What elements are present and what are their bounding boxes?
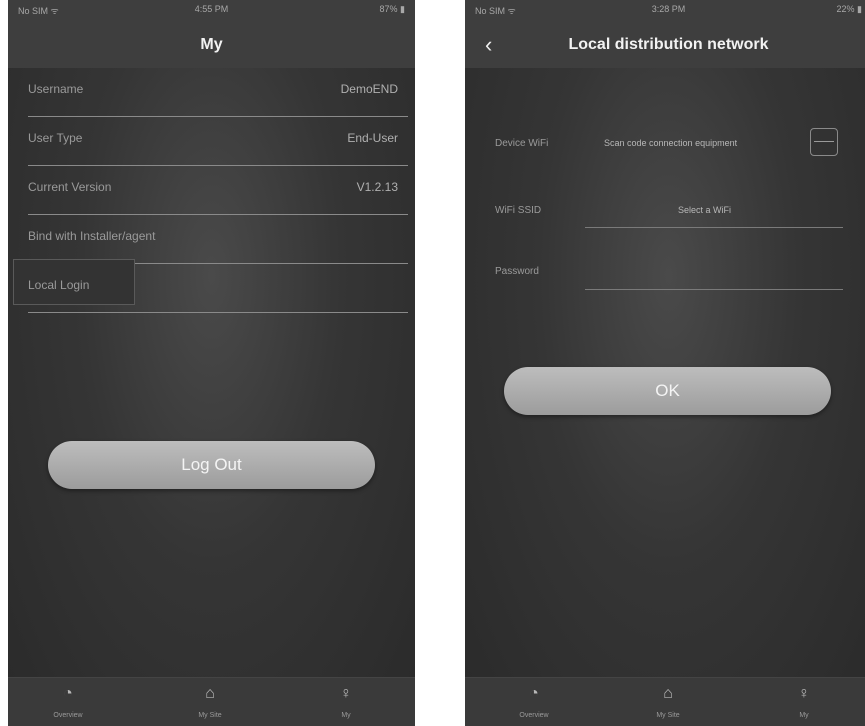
- my-screen: No SIM ᯤ 4:55 PM 87% ▮ My Username DemoE…: [8, 0, 415, 726]
- tab-overview[interactable]: ◔ Overview: [28, 684, 108, 719]
- page-title: My: [200, 36, 223, 53]
- tab-overview-label: Overview: [519, 712, 549, 719]
- status-bar: No SIM ᯤ 4:55 PM 87% ▮: [8, 4, 415, 20]
- bind-installer-row[interactable]: Bind with Installer/agent: [28, 215, 408, 264]
- user-type-label: User Type: [28, 131, 83, 145]
- overview-icon: ◔: [529, 685, 539, 702]
- tab-my[interactable]: ♀ My: [306, 684, 386, 719]
- user-icon: ♀: [798, 685, 810, 702]
- battery-text: 22% ▮: [836, 4, 862, 14]
- nav-bar: No SIM ᯤ 4:55 PM 87% ▮ My: [8, 0, 415, 68]
- current-version-row: Current Version V1.2.13: [28, 166, 408, 215]
- current-version-value: V1.2.13: [356, 180, 398, 194]
- logout-button[interactable]: Log Out: [48, 441, 375, 489]
- tab-bar: ◔ Overview ⌂ My Site ♀ My: [8, 677, 415, 726]
- bind-installer-label: Bind with Installer/agent: [28, 229, 156, 243]
- password-underline: [585, 289, 843, 290]
- scan-code-icon[interactable]: [810, 128, 838, 156]
- tab-my[interactable]: ♀ My: [764, 684, 844, 719]
- tab-overview[interactable]: ◔ Overview: [494, 684, 574, 719]
- status-time: 4:55 PM: [194, 4, 229, 14]
- page-title: Local distribution network: [568, 36, 769, 53]
- username-row: Username DemoEND: [28, 68, 408, 117]
- ok-button[interactable]: OK: [504, 367, 831, 415]
- home-icon: ⌂: [663, 685, 673, 702]
- wifi-ssid-label: WiFi SSID: [495, 205, 542, 216]
- home-icon: ⌂: [205, 685, 215, 702]
- user-icon: ♀: [340, 685, 352, 702]
- local-network-screen: No SIM ᯤ 3:28 PM 22% ▮ ‹ Local distribut…: [465, 0, 865, 726]
- local-login-label: Local Login: [28, 278, 90, 292]
- password-label: Password: [495, 266, 539, 277]
- tab-my-site[interactable]: ⌂ My Site: [628, 684, 708, 719]
- current-version-label: Current Version: [28, 180, 112, 194]
- user-type-row: User Type End-User: [28, 117, 408, 166]
- local-login-row[interactable]: Local Login: [28, 264, 408, 313]
- username-value: DemoEND: [340, 82, 398, 96]
- device-wifi-label: Device WiFi: [495, 138, 549, 149]
- overview-icon: ◔: [63, 685, 73, 702]
- tab-overview-label: Overview: [53, 712, 83, 719]
- tab-my-site-label: My Site: [656, 712, 680, 719]
- ssid-underline: [585, 227, 843, 228]
- scan-code-text[interactable]: Scan code connection equipment: [604, 138, 737, 148]
- wifi-ssid-select[interactable]: Select a WiFi: [678, 205, 731, 215]
- tab-my-label: My: [799, 712, 809, 719]
- tab-my-label: My: [341, 712, 351, 719]
- username-label: Username: [28, 82, 84, 96]
- tab-bar: ◔ Overview ⌂ My Site ♀ My: [465, 677, 865, 726]
- status-bar: No SIM ᯤ 3:28 PM 22% ▮: [465, 4, 865, 20]
- tab-my-site-label: My Site: [198, 712, 222, 719]
- battery-text: 87% ▮: [379, 4, 405, 14]
- tab-my-site[interactable]: ⌂ My Site: [170, 684, 250, 719]
- user-type-value: End-User: [347, 131, 398, 145]
- nav-bar: No SIM ᯤ 3:28 PM 22% ▮ ‹ Local distribut…: [465, 0, 865, 68]
- status-time: 3:28 PM: [651, 4, 686, 14]
